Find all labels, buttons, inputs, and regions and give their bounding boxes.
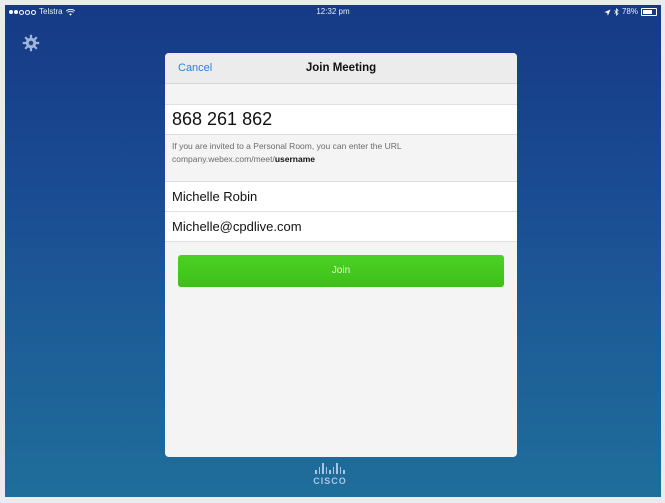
dialog-header: Cancel Join Meeting: [165, 53, 517, 84]
battery-percent: 78%: [621, 7, 638, 16]
gear-icon[interactable]: [22, 34, 40, 52]
battery-icon: [641, 8, 657, 16]
hint-username: username: [274, 154, 316, 164]
device-frame: Telstra 12:32 pm 78% Cancel Join Meeting…: [0, 0, 665, 503]
clock: 12:32 pm: [316, 7, 350, 16]
email-input[interactable]: Michelle@cpdlive.com: [165, 211, 517, 242]
dialog-title: Join Meeting: [305, 62, 377, 74]
location-arrow-icon: [604, 8, 611, 16]
app-screen: Telstra 12:32 pm 78% Cancel Join Meeting…: [5, 5, 661, 497]
cisco-bars-icon: [305, 463, 355, 474]
cisco-wordmark: CISCO: [313, 476, 347, 486]
status-right: 78%: [604, 5, 657, 19]
name-input[interactable]: Michelle Robin: [165, 181, 517, 212]
meeting-number-input[interactable]: 868 261 862: [165, 104, 517, 135]
join-meeting-dialog: Cancel Join Meeting 868 261 862 If you a…: [165, 53, 517, 457]
status-bar: Telstra 12:32 pm 78%: [5, 5, 661, 19]
join-button[interactable]: Join: [178, 255, 504, 287]
bluetooth-icon: [614, 8, 619, 16]
personal-room-hint: If you are invited to a Personal Room, y…: [172, 140, 502, 166]
cisco-logo: CISCO: [305, 463, 355, 493]
